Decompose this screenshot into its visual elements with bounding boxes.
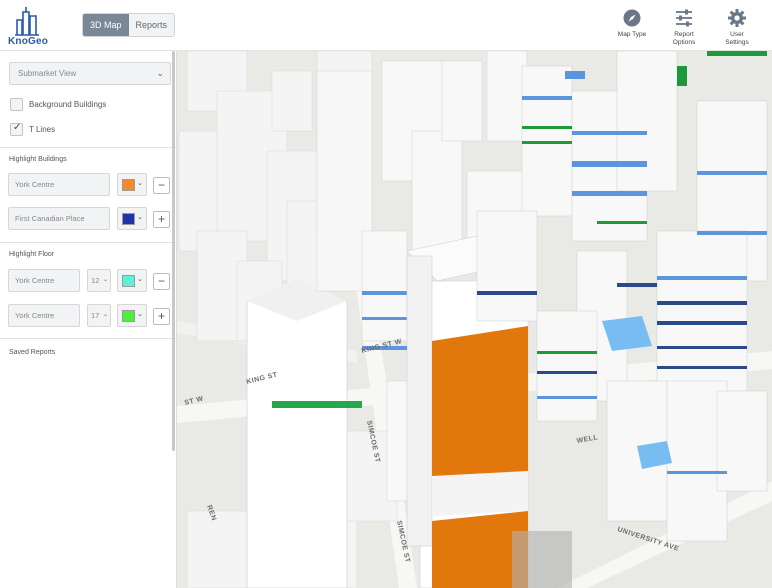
color-swatch [122, 213, 135, 225]
remove-building-button[interactable]: − [153, 177, 170, 194]
background-buildings-checkbox[interactable] [10, 97, 23, 111]
add-building-button[interactable]: + [153, 211, 170, 228]
highlight-floor-2-color[interactable]: ⌄ [117, 304, 147, 327]
t-lines-checkbox[interactable]: ✓ [10, 121, 23, 136]
chevron-down-icon: ⌄ [156, 68, 164, 78]
report-options-button[interactable]: Report Options [664, 8, 704, 46]
floor-number: 17 [91, 311, 100, 320]
logo-text: KnoGeo [8, 36, 49, 47]
knogeo-logo[interactable]: KnoGeo [8, 6, 48, 48]
sidebar: Submarket View ⌄ Background Buildings ✓ … [0, 51, 177, 588]
submarket-select-value: Submarket View [18, 69, 77, 78]
chevron-down-icon: ⌄ [102, 312, 108, 318]
top-bar: KnoGeo 3D Map Reports Map Type Report Op… [0, 0, 772, 51]
divider [0, 338, 177, 339]
checkmark-icon: ✓ [13, 121, 22, 133]
tab-reports[interactable]: Reports [128, 14, 175, 36]
map-canvas[interactable]: KING ST W KING ST SIMCOE ST SIMCOE ST UN… [177, 51, 772, 588]
selected-roof [565, 71, 585, 79]
highlight-building-1-color[interactable]: ⌄ [117, 173, 147, 196]
highlight-building-1-field[interactable]: York Centre [8, 173, 110, 196]
chevron-down-icon: ⌄ [137, 276, 143, 283]
chevron-down-icon: ⌄ [102, 277, 108, 283]
background-buildings-label: Background Buildings [29, 99, 107, 109]
divider [0, 242, 177, 243]
remove-floor-button[interactable]: − [153, 273, 170, 290]
chevron-down-icon: ⌄ [137, 180, 143, 187]
chevron-down-icon: ⌄ [137, 214, 143, 221]
color-swatch [122, 275, 135, 287]
floor-stripe [362, 317, 409, 320]
highlight-floor-1-building-field[interactable]: York Centre [8, 269, 80, 292]
color-swatch [122, 179, 135, 191]
t-lines-label: T Lines [29, 124, 56, 134]
map-type-label: Map Type [617, 31, 647, 38]
floor-stripe [362, 291, 409, 295]
tab-3d-map[interactable]: 3D Map [83, 14, 129, 36]
highlight-floor-1-floor-select[interactable]: 12 ⌄ [87, 269, 111, 292]
saved-reports-title: Saved Reports [9, 349, 56, 356]
left-tower [246, 279, 362, 588]
user-settings-button[interactable]: User Settings [717, 8, 757, 46]
3d-map-view[interactable]: KING ST W KING ST SIMCOE ST SIMCOE ST UN… [177, 51, 772, 588]
submarket-select[interactable]: Submarket View ⌄ [9, 62, 171, 85]
highlight-buildings-title: Highlight Buildings [9, 156, 67, 163]
city-skyline-icon [15, 7, 39, 36]
compass-icon [623, 9, 641, 27]
t-lines-toggle[interactable]: ✓ T Lines [10, 122, 55, 136]
highlight-floor-2-building-field[interactable]: York Centre [8, 304, 80, 327]
divider [0, 147, 177, 148]
highlight-floor-1-color[interactable]: ⌄ [117, 269, 147, 292]
sliders-icon [676, 9, 692, 27]
user-settings-label: User Settings [725, 31, 749, 46]
floor-number: 12 [91, 276, 100, 285]
gear-icon [728, 9, 746, 27]
add-floor-button[interactable]: + [153, 308, 170, 325]
view-toggle: 3D Map Reports [82, 13, 176, 37]
highlight-building-2-field[interactable]: First Canadian Place [8, 207, 110, 230]
highlight-floor-title: Highlight Floor [9, 251, 55, 258]
highlight-building-2-color[interactable]: ⌄ [117, 207, 147, 230]
color-swatch [122, 310, 135, 322]
chevron-down-icon: ⌄ [137, 311, 143, 318]
highlight-floor-2-floor-select[interactable]: 17 ⌄ [87, 304, 111, 327]
background-buildings-toggle[interactable]: Background Buildings [10, 97, 106, 111]
map-type-button[interactable]: Map Type [612, 8, 652, 39]
sidebar-scrollbar[interactable] [172, 51, 175, 451]
report-options-label: Report Options [672, 31, 696, 46]
